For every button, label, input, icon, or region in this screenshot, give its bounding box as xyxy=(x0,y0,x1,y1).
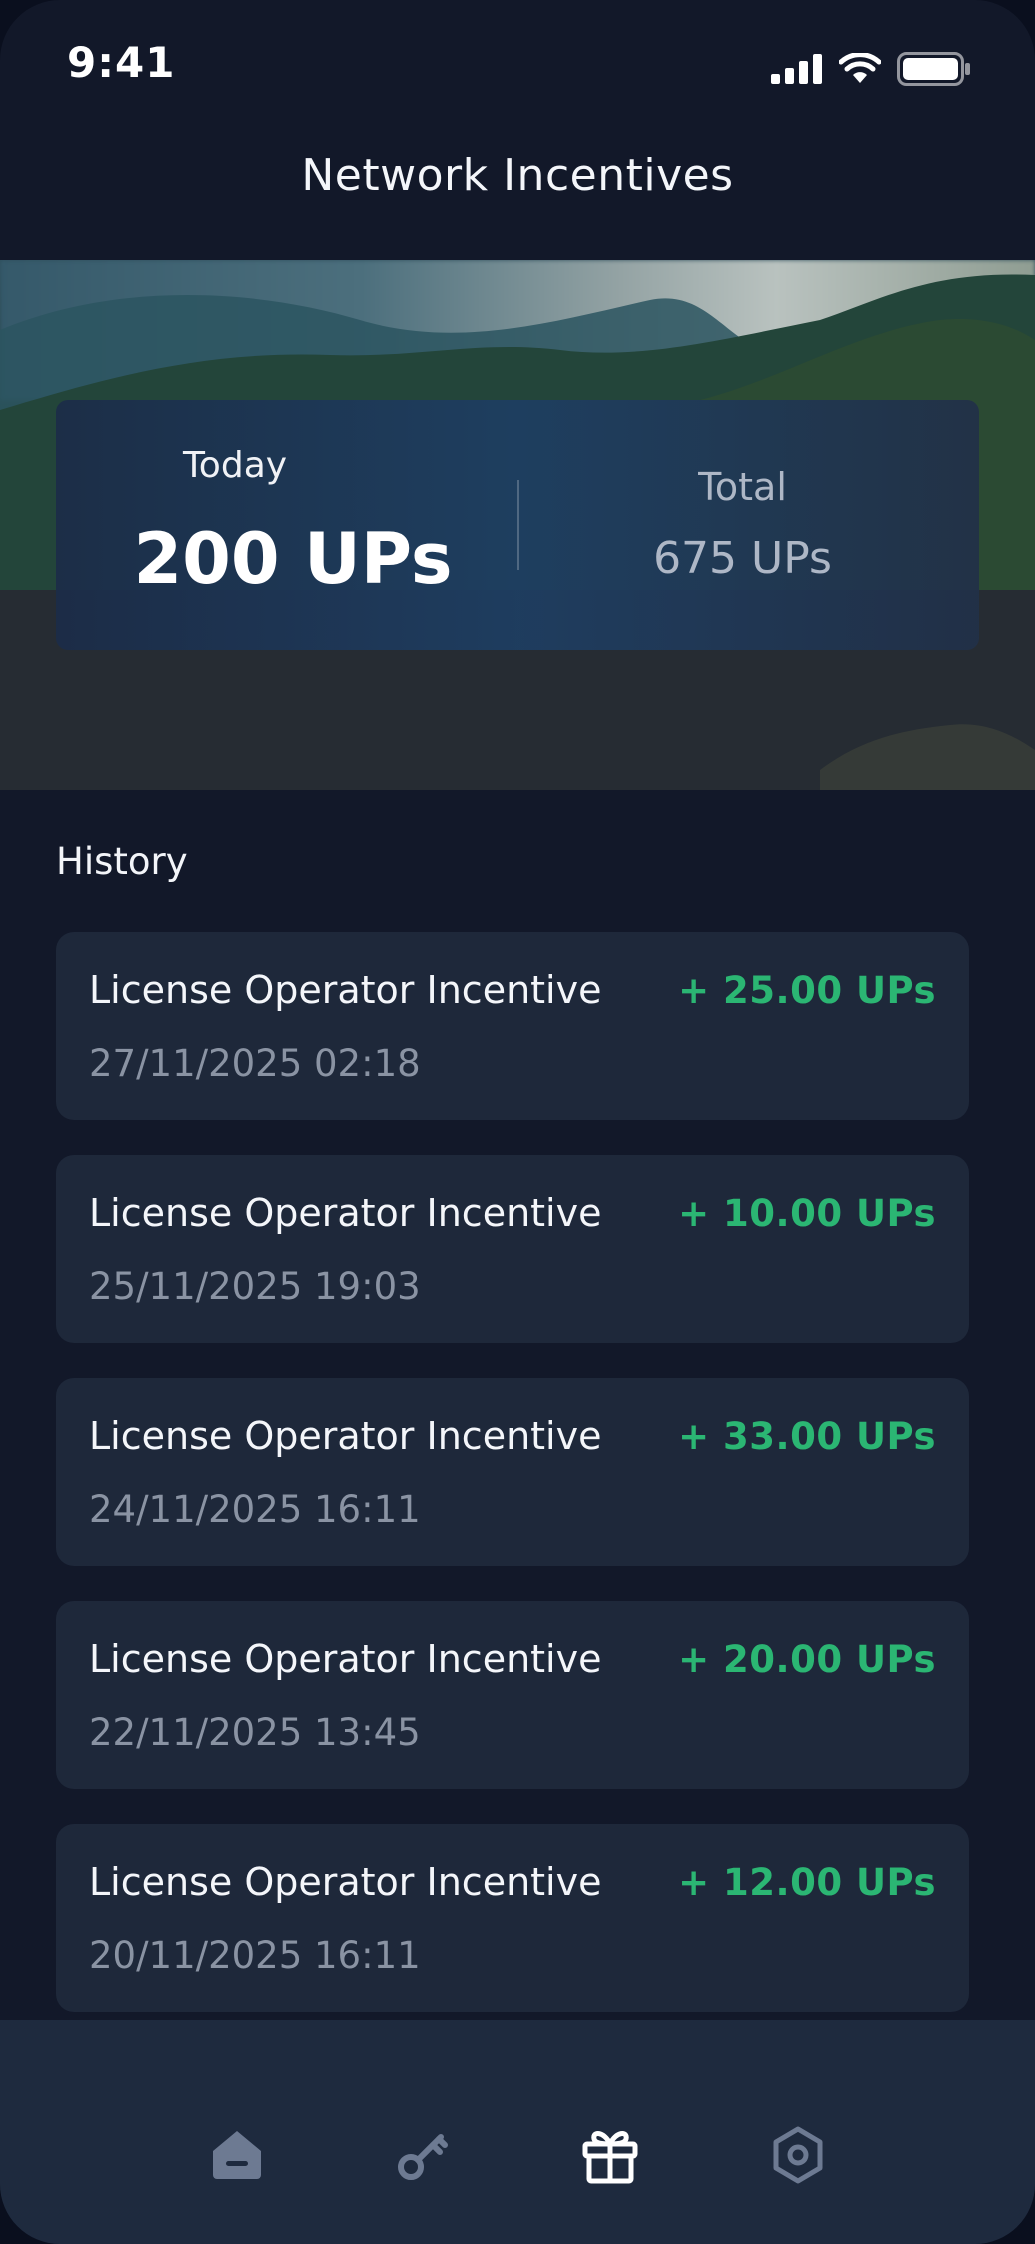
history-row-date: 27/11/2025 02:18 xyxy=(89,1042,421,1085)
phone-screen: 9:41 Network Incentives Today 200 UPs To… xyxy=(0,0,1035,2244)
history-row[interactable]: License Operator Incentive 27/11/2025 02… xyxy=(56,932,969,1120)
home-icon xyxy=(213,2131,261,2179)
total-value: 675 UPs xyxy=(653,533,832,584)
history-row-date: 24/11/2025 16:11 xyxy=(89,1488,421,1531)
battery-icon xyxy=(897,52,970,86)
total-label: Total xyxy=(698,465,787,509)
history-row-date: 25/11/2025 19:03 xyxy=(89,1265,421,1308)
cellular-signal-icon xyxy=(771,54,822,84)
history-row-title: License Operator Incentive xyxy=(89,1191,602,1235)
status-icons xyxy=(771,52,971,86)
nav-item-settings[interactable] xyxy=(763,2120,833,2190)
nav-item-home[interactable] xyxy=(202,2120,272,2190)
status-time: 9:41 xyxy=(67,38,176,87)
today-value: 200 UPs xyxy=(133,518,453,600)
history-row[interactable]: License Operator Incentive 24/11/2025 16… xyxy=(56,1378,969,1566)
history-row-title: License Operator Incentive xyxy=(89,1414,602,1458)
history-row[interactable]: License Operator Incentive 22/11/2025 13… xyxy=(56,1601,969,1789)
today-label: Today xyxy=(182,445,288,486)
nav-item-key[interactable] xyxy=(388,2120,458,2190)
settings-hexagon-icon xyxy=(773,2126,823,2184)
key-icon xyxy=(398,2134,448,2180)
history-row-amount: + 12.00 UPs xyxy=(678,1861,936,1904)
history-row-date: 20/11/2025 16:11 xyxy=(89,1934,421,1977)
status-bar: 9:41 xyxy=(0,0,1035,130)
page-title: Network Incentives xyxy=(301,150,734,201)
history-row-amount: + 33.00 UPs xyxy=(678,1415,936,1458)
history-row[interactable]: License Operator Incentive 25/11/2025 19… xyxy=(56,1155,969,1343)
history-list: License Operator Incentive 27/11/2025 02… xyxy=(56,932,969,2047)
history-row-title: License Operator Incentive xyxy=(89,1860,602,1904)
history-title: History xyxy=(56,840,188,883)
stats-divider xyxy=(517,480,519,570)
history-row-title: License Operator Incentive xyxy=(89,1637,602,1681)
history-row[interactable]: License Operator Incentive 20/11/2025 16… xyxy=(56,1824,969,2012)
wifi-icon xyxy=(839,53,881,83)
nav-item-gift[interactable] xyxy=(575,2120,645,2190)
history-row-amount: + 25.00 UPs xyxy=(678,969,936,1012)
history-row-title: License Operator Incentive xyxy=(89,968,602,1012)
history-row-amount: + 10.00 UPs xyxy=(678,1192,936,1235)
gift-icon xyxy=(582,2131,638,2184)
bottom-nav xyxy=(0,2020,1035,2244)
history-row-date: 22/11/2025 13:45 xyxy=(89,1711,421,1754)
history-row-amount: + 20.00 UPs xyxy=(678,1638,936,1681)
